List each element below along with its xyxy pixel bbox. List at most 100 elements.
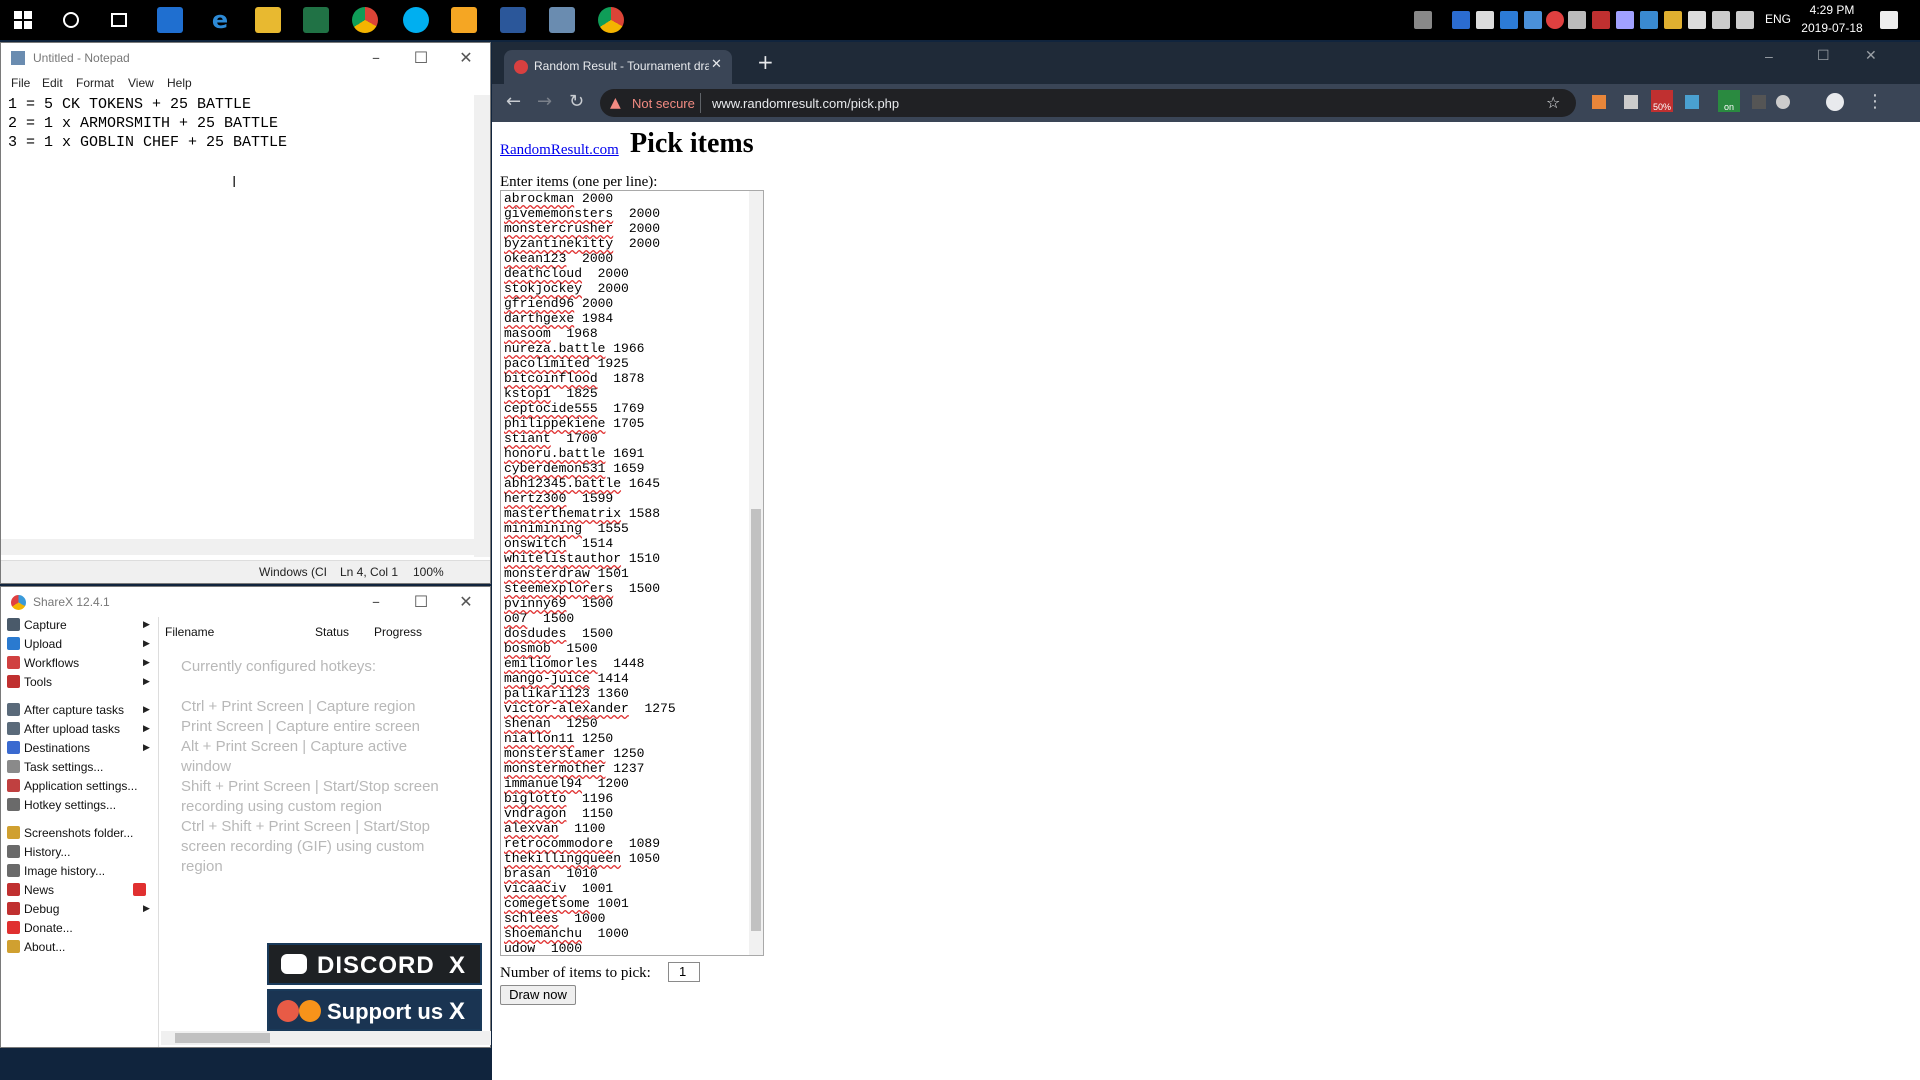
notepad-title-bar[interactable]: Untitled - Notepad – ☐ ✕ <box>1 43 490 73</box>
maximize-button[interactable]: ☐ <box>406 591 436 613</box>
reload-icon[interactable]: ↻ <box>569 91 584 112</box>
sharex-menu-item[interactable]: Capture <box>7 615 67 635</box>
file-explorer-icon[interactable] <box>255 7 281 33</box>
menu-view[interactable]: View <box>128 76 154 90</box>
horizontal-scrollbar[interactable] <box>1 539 474 555</box>
minimize-button[interactable]: – <box>361 591 391 613</box>
security-label[interactable]: Not secure <box>632 96 695 111</box>
new-tab-button[interactable]: + <box>757 50 774 74</box>
tray-app-icon[interactable] <box>1524 11 1542 29</box>
address-bar[interactable]: ▲ Not secure www.randomresult.com/pick.p… <box>600 89 1576 117</box>
edge-browser-icon[interactable]: e <box>207 7 233 33</box>
tray-app-icon[interactable] <box>1616 11 1634 29</box>
dropbox-icon[interactable] <box>1500 11 1518 29</box>
sharex-menu-item[interactable]: Image history... <box>7 861 105 881</box>
sharex-menu-item[interactable]: Debug <box>7 899 59 919</box>
sharex-menu-item[interactable]: Screenshots folder... <box>7 823 133 843</box>
chrome-active-icon[interactable] <box>598 7 624 33</box>
maximize-button[interactable]: ☐ <box>1817 48 1830 64</box>
maximize-button[interactable]: ☐ <box>406 47 436 69</box>
store-icon[interactable] <box>157 7 183 33</box>
people-icon[interactable] <box>1414 11 1432 29</box>
extension-icon[interactable] <box>1685 95 1699 109</box>
sharex-menu-item[interactable]: Task settings... <box>7 757 103 777</box>
notepad-text-area[interactable]: 1 = 5 CK TOKENS + 25 BATTLE 2 = 1 x ARMOR… <box>8 95 287 152</box>
tray-app-icon[interactable] <box>1688 11 1706 29</box>
notepad-taskbar-icon[interactable] <box>549 7 575 33</box>
menu-file[interactable]: File <box>11 76 30 90</box>
sharex-taskbar-icon[interactable] <box>451 7 477 33</box>
action-center-icon[interactable] <box>1880 11 1898 29</box>
tray-app-icon[interactable] <box>1546 11 1564 29</box>
tab-close-icon[interactable]: ✕ <box>711 57 722 72</box>
eye-extension-icon[interactable] <box>1776 95 1790 109</box>
draw-now-button[interactable]: Draw now <box>500 985 576 1005</box>
sharex-menu-item[interactable]: Donate... <box>7 918 73 938</box>
tray-app-icon[interactable] <box>1452 11 1470 29</box>
forward-arrow-icon[interactable]: → <box>537 91 552 112</box>
sharex-menu-item[interactable]: History... <box>7 842 70 862</box>
site-link[interactable]: RandomResult.com <box>500 142 619 159</box>
menu-help[interactable]: Help <box>167 76 192 90</box>
bookmark-star-icon[interactable]: ☆ <box>1546 93 1560 112</box>
sharex-menu-item[interactable]: Tools <box>7 672 52 692</box>
extension-badge-icon[interactable]: on <box>1718 90 1740 112</box>
items-textarea[interactable]: abrockman 2000 givememonsters 2000 monster… <box>500 190 764 956</box>
tray-app-icon[interactable] <box>1592 11 1610 29</box>
vertical-scrollbar[interactable] <box>474 95 490 557</box>
language-indicator[interactable]: ENG <box>1765 12 1791 26</box>
support-banner[interactable]: Support us X <box>267 989 482 1031</box>
skype-icon[interactable] <box>403 7 429 33</box>
pick-count-input[interactable]: 1 <box>668 962 700 982</box>
windows-start-icon[interactable] <box>10 7 36 33</box>
extension-icon[interactable] <box>1592 95 1606 109</box>
minimize-button[interactable]: – <box>361 47 391 69</box>
tray-app-icon[interactable] <box>1568 11 1586 29</box>
extension-icon[interactable] <box>1752 95 1766 109</box>
clock-time[interactable]: 4:29 PM <box>1802 3 1862 17</box>
horizontal-scrollbar[interactable] <box>161 1031 491 1045</box>
sharex-menu-item[interactable]: Application settings... <box>7 776 137 796</box>
url-text[interactable]: www.randomresult.com/pick.php <box>712 96 899 111</box>
close-button[interactable]: ✕ <box>451 591 481 613</box>
menu-kebab-icon[interactable]: ⋮ <box>1866 91 1884 112</box>
textarea-scrollbar[interactable] <box>749 191 763 955</box>
sharex-menu-item[interactable]: Upload <box>7 634 62 654</box>
clock-date[interactable]: 2019-07-18 <box>1797 21 1867 35</box>
scrollbar-thumb[interactable] <box>175 1033 270 1043</box>
sharex-menu-item[interactable]: After capture tasks <box>7 700 124 720</box>
mute-extension-icon[interactable] <box>1624 95 1638 109</box>
menu-edit[interactable]: Edit <box>42 76 63 90</box>
cortana-search-icon[interactable] <box>58 7 84 33</box>
column-filename[interactable]: Filename <box>165 625 214 639</box>
extension-badge-icon[interactable]: 50% <box>1651 90 1673 112</box>
excel-icon[interactable] <box>303 7 329 33</box>
support-close-button[interactable]: X <box>449 991 465 1033</box>
chrome-title-bar[interactable]: Random Result - Tournament dra ✕ + – ☐ ✕ <box>492 42 1920 84</box>
menu-format[interactable]: Format <box>76 76 114 90</box>
scrollbar-thumb[interactable] <box>751 509 761 931</box>
tray-app-icon[interactable] <box>1476 11 1494 29</box>
close-button[interactable]: ✕ <box>1865 48 1877 64</box>
sharex-menu-item[interactable]: News <box>7 880 54 900</box>
discord-close-button[interactable]: X <box>449 945 465 987</box>
minimize-button[interactable]: – <box>1765 48 1773 64</box>
profile-avatar[interactable] <box>1826 93 1844 111</box>
tray-app-icon[interactable] <box>1640 11 1658 29</box>
chrome-icon[interactable] <box>352 7 378 33</box>
active-tab[interactable]: Random Result - Tournament dra ✕ <box>504 50 732 84</box>
network-icon[interactable] <box>1712 11 1730 29</box>
discord-banner[interactable]: DISCORD X <box>267 943 482 985</box>
tray-app-icon[interactable] <box>1664 11 1682 29</box>
back-arrow-icon[interactable]: ← <box>506 91 521 112</box>
sharex-menu-item[interactable]: Destinations <box>7 738 90 758</box>
sharex-title-bar[interactable]: ShareX 12.4.1 – ☐ ✕ <box>1 587 490 617</box>
column-status[interactable]: Status <box>315 625 349 639</box>
task-view-icon[interactable] <box>106 7 132 33</box>
volume-icon[interactable] <box>1736 11 1754 29</box>
sharex-menu-item[interactable]: Workflows <box>7 653 79 673</box>
sharex-menu-item[interactable]: After upload tasks <box>7 719 120 739</box>
sharex-menu-item[interactable]: Hotkey settings... <box>7 795 116 815</box>
column-progress[interactable]: Progress <box>374 625 422 639</box>
word-icon[interactable] <box>500 7 526 33</box>
